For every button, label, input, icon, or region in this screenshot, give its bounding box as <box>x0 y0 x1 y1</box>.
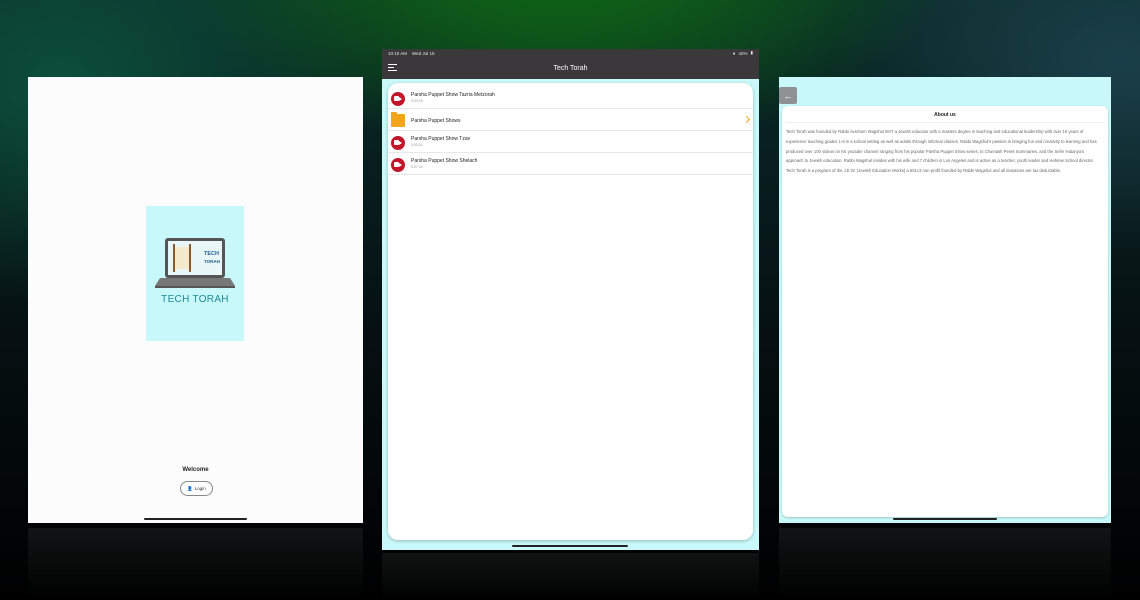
menu-icon[interactable] <box>388 64 397 72</box>
welcome-label: Welcome <box>182 467 209 473</box>
svg-text:TORAH: TORAH <box>204 259 220 264</box>
logo-text: TECH TORAH <box>161 294 229 305</box>
home-indicator <box>512 545 628 547</box>
list-item[interactable]: Parsha Puppet Show Tazria Metzorah 0:03:… <box>388 88 753 109</box>
wifi-icon: ● <box>732 50 736 56</box>
item-duration: 0:03:28 <box>411 99 423 103</box>
reflection <box>28 528 363 600</box>
svg-text:TECH: TECH <box>204 251 219 257</box>
item-duration: 0:03:31 <box>411 143 423 147</box>
chevron-right-icon <box>742 115 751 124</box>
tech-torah-logo: TECH TORAH TECH TORAH <box>146 206 244 341</box>
user-add-icon: 👤 <box>187 485 193 491</box>
video-list-screen: 10:19 AM Wed Jul 15 ● 42% ▮ Tech Torah P… <box>382 49 759 550</box>
nav-bar: Tech Torah <box>382 57 759 79</box>
login-label: Login <box>194 486 206 491</box>
battery-icon: ▮ <box>750 50 753 55</box>
list-item[interactable]: Parsha Puppet Show Shelach 0:07:34 <box>388 154 753 175</box>
status-date: Wed Jul 15 <box>412 50 435 56</box>
arrow-left-icon: ← <box>783 90 793 101</box>
about-title: About us <box>934 112 956 118</box>
about-card: About us Tech Torah was founded by Rabbi… <box>782 106 1108 517</box>
home-indicator <box>893 518 997 520</box>
item-title: Parsha Puppet Show Tzav <box>411 136 471 142</box>
page-title: Tech Torah <box>553 64 588 72</box>
status-time: 10:19 AM <box>388 50 408 56</box>
about-body: Tech Torah was founded by Rabbi Avrohom … <box>786 129 1097 174</box>
video-list: Parsha Puppet Show Tazria Metzorah 0:03:… <box>388 83 753 540</box>
welcome-screen: TECH TORAH TECH TORAH Welcome 👤 Login <box>28 77 363 523</box>
login-button[interactable]: 👤 Login <box>180 481 213 496</box>
divider <box>786 122 1104 123</box>
video-icon <box>391 158 405 172</box>
item-duration: 0:07:34 <box>411 165 423 169</box>
video-icon <box>391 92 405 106</box>
home-indicator <box>144 518 247 520</box>
video-icon <box>391 136 405 150</box>
reflection <box>779 528 1111 600</box>
list-item[interactable]: Parsha Puppet Show Tzav 0:03:31 <box>388 132 753 153</box>
laptop-scroll-icon: TECH TORAH <box>155 238 235 288</box>
status-bar: 10:19 AM Wed Jul 15 ● 42% ▮ <box>382 49 759 57</box>
item-title: Parsha Puppet Show Shelach <box>411 158 478 164</box>
folder-icon <box>391 112 405 127</box>
battery-percent: 42% <box>738 50 748 56</box>
list-item[interactable]: Parsha Puppet Shows <box>388 110 753 131</box>
about-screen: ← About us Tech Torah was founded by Rab… <box>779 77 1111 523</box>
item-title: Parsha Puppet Show Tazria Metzorah <box>411 92 495 98</box>
item-title: Parsha Puppet Shows <box>411 118 461 124</box>
reflection <box>382 553 759 600</box>
back-button[interactable]: ← <box>779 87 797 104</box>
